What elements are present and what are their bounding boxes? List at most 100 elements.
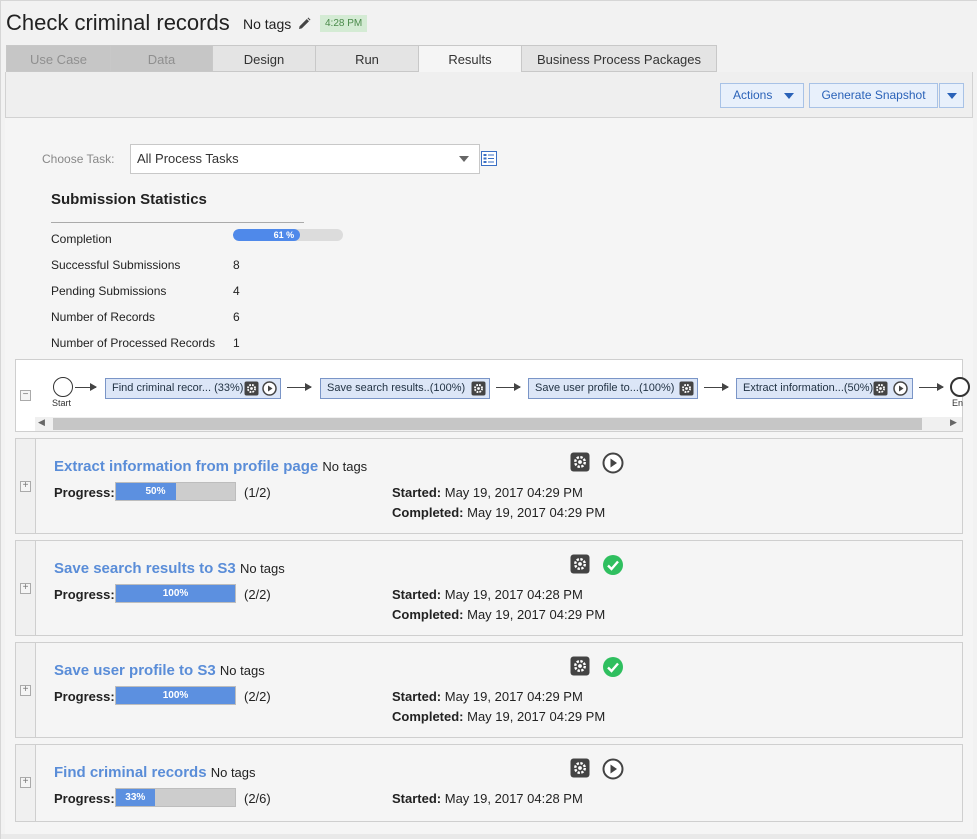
task-list-icon[interactable] (481, 151, 497, 166)
completed-label: Completed: (392, 505, 464, 520)
stat-label: Number of Processed Records (51, 336, 216, 350)
expand-toggle[interactable]: + (20, 685, 31, 696)
task-tags[interactable]: No tags (211, 765, 256, 780)
play-icon[interactable] (602, 758, 624, 780)
progress-count: (2/2) (244, 587, 271, 602)
progress-label: Progress: (54, 689, 115, 704)
progress-fill: 100% (116, 585, 235, 602)
tab-run[interactable]: Run (315, 45, 419, 72)
completed-time: May 19, 2017 04:29 PM (467, 607, 606, 622)
task-title[interactable]: Extract information from profile page (54, 458, 318, 475)
stat-label: Successful Submissions (51, 258, 181, 272)
page-tags[interactable]: No tags (243, 16, 291, 32)
started-time: May 19, 2017 04:29 PM (444, 485, 583, 500)
task-card: + Save user profile to S3 No tags Progre… (15, 642, 963, 738)
scroll-left-icon[interactable]: ◀ (38, 417, 45, 428)
progress-label: Progress: (54, 485, 115, 500)
completed-time: May 19, 2017 04:29 PM (467, 709, 606, 724)
progress-bar: 100% (115, 584, 236, 603)
gear-icon[interactable] (570, 452, 590, 472)
progress-label: Progress: (54, 791, 115, 806)
app-window: Check criminal records No tags 4:28 PM U… (0, 0, 977, 839)
end-node (950, 377, 970, 397)
snapshot-dropdown-button[interactable] (939, 83, 964, 108)
started-label: Started: (392, 791, 442, 806)
gear-icon[interactable] (570, 554, 590, 574)
page-title: Check criminal records (6, 10, 230, 35)
gear-icon[interactable] (873, 381, 888, 396)
stat-label: Number of Records (51, 310, 156, 324)
check-icon (603, 657, 623, 677)
play-icon[interactable] (262, 381, 277, 396)
completion-label: Completion (51, 232, 112, 246)
started-time: May 19, 2017 04:29 PM (444, 689, 583, 704)
task-select-value: All Process Tasks (137, 151, 239, 166)
completion-bar: 61 % (233, 229, 343, 241)
play-icon[interactable] (602, 452, 624, 474)
progress-count: (1/2) (244, 485, 271, 500)
progress-bar: 50% (115, 482, 236, 501)
flow-node-label: Extract information...(50%) (743, 382, 874, 394)
gear-icon[interactable] (471, 381, 486, 396)
expand-toggle[interactable]: + (20, 583, 31, 594)
actions-button-label: Actions (733, 88, 773, 102)
expand-toggle[interactable]: + (20, 481, 31, 492)
task-title[interactable]: Save user profile to S3 (54, 662, 216, 679)
scroll-right-icon[interactable]: ▶ (950, 417, 957, 428)
scrollbar-thumb[interactable] (53, 418, 922, 430)
task-select[interactable]: All Process Tasks (130, 144, 480, 174)
flow-node[interactable]: Find criminal recor... (33%) (105, 378, 281, 399)
tab-business-process-packages[interactable]: Business Process Packages (521, 45, 717, 72)
flow-node[interactable]: Save search results..(100%) (320, 378, 490, 399)
completed-label: Completed: (392, 607, 464, 622)
gear-icon[interactable] (570, 758, 590, 778)
progress-bar: 33% (115, 788, 236, 807)
started-time: May 19, 2017 04:28 PM (444, 587, 583, 602)
progress-fill: 100% (116, 687, 235, 704)
tab-design[interactable]: Design (212, 45, 316, 72)
pencil-icon[interactable] (297, 17, 311, 31)
progress-fill: 50% (116, 483, 176, 500)
generate-snapshot-button[interactable]: Generate Snapshot (809, 83, 938, 108)
tab-use-case[interactable]: Use Case (6, 45, 111, 72)
task-tags[interactable]: No tags (220, 663, 265, 678)
tab-data[interactable]: Data (110, 45, 213, 72)
flow-node[interactable]: Save user profile to...(100%) (528, 378, 698, 399)
progress-label: Progress: (54, 587, 115, 602)
stat-label: Pending Submissions (51, 284, 167, 298)
collapse-toggle[interactable]: − (20, 390, 31, 401)
progress-count: (2/2) (244, 689, 271, 704)
start-node (53, 377, 73, 397)
task-card: + Extract information from profile page … (15, 438, 963, 534)
check-icon (603, 555, 623, 575)
bottom-edge (1, 834, 977, 839)
started-label: Started: (392, 689, 442, 704)
gear-icon[interactable] (570, 656, 590, 676)
expand-toggle[interactable]: + (20, 777, 31, 788)
stat-value: 1 (233, 336, 240, 350)
stat-value: 6 (233, 310, 240, 324)
completion-bar-fill: 61 % (233, 229, 301, 241)
flow-node[interactable]: Extract information...(50%) (736, 378, 913, 399)
progress-fill: 33% (116, 789, 156, 806)
task-title[interactable]: Save search results to S3 (54, 560, 236, 577)
stats-divider (51, 222, 304, 223)
actions-button[interactable]: Actions (720, 83, 804, 108)
tab-results[interactable]: Results (418, 45, 522, 73)
flow-arrow (75, 383, 97, 391)
flow-node-label: Find criminal recor... (33%) (112, 382, 244, 394)
chevron-down-icon (946, 92, 957, 99)
flow-node-label: Save search results..(100%) (327, 382, 466, 394)
time-badge: 4:28 PM (320, 15, 368, 32)
play-icon[interactable] (893, 381, 908, 396)
task-tags[interactable]: No tags (322, 459, 367, 474)
gear-icon[interactable] (244, 381, 259, 396)
completed-time: May 19, 2017 04:29 PM (467, 505, 606, 520)
flow-arrow (704, 383, 729, 391)
end-label: En (952, 398, 964, 408)
gear-icon[interactable] (679, 381, 694, 396)
choose-task-label: Choose Task: (42, 152, 115, 166)
flow-node-label: Save user profile to...(100%) (535, 382, 675, 394)
task-title[interactable]: Find criminal records (54, 764, 207, 781)
task-tags[interactable]: No tags (240, 561, 285, 576)
